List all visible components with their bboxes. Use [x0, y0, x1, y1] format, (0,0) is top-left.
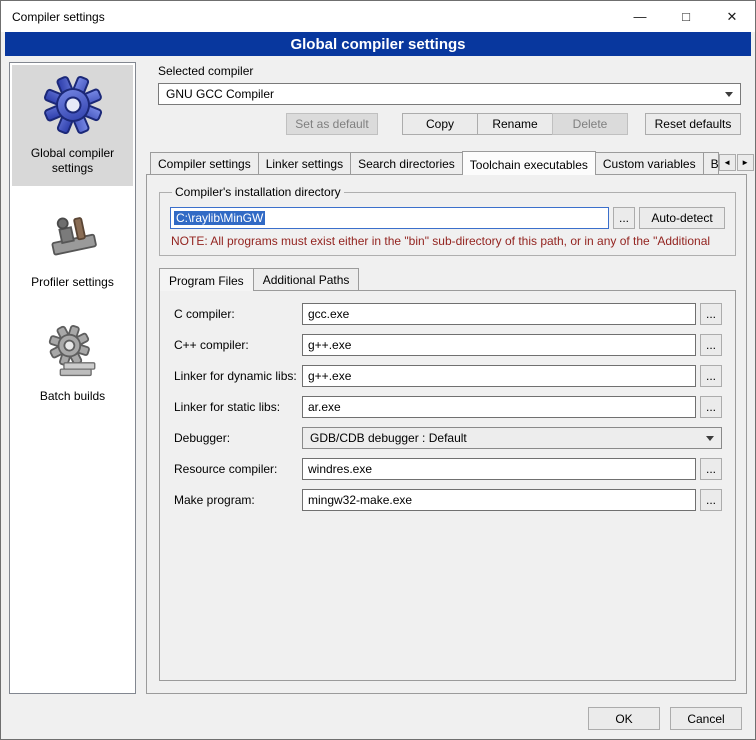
- blue-gear-icon: [41, 73, 105, 137]
- compiler-actions: Set as default Copy Rename Delete Reset …: [158, 113, 741, 135]
- tab-search-directories[interactable]: Search directories: [350, 152, 463, 174]
- make-program-row: Make program: ...: [174, 489, 722, 511]
- ok-button[interactable]: OK: [588, 707, 660, 730]
- settings-tabstrip: Compiler settings Linker settings Search…: [150, 149, 747, 174]
- cancel-button[interactable]: Cancel: [670, 707, 742, 730]
- installation-directory-selected-text: C:\raylib\MinGW: [174, 211, 265, 225]
- tab-program-files[interactable]: Program Files: [159, 268, 254, 291]
- resource-compiler-browse-button[interactable]: ...: [700, 458, 722, 480]
- delete-button[interactable]: Delete: [552, 113, 628, 135]
- tab-compiler-settings[interactable]: Compiler settings: [150, 152, 259, 174]
- make-program-input[interactable]: [302, 489, 696, 511]
- main-panel: Selected compiler GNU GCC Compiler Set a…: [146, 62, 747, 694]
- dialog-content: Global compiler settings Profiler settin…: [1, 56, 755, 699]
- c-compiler-row: C compiler: ...: [174, 303, 722, 325]
- chevron-down-icon: [706, 436, 714, 441]
- window-controls: — □ ✕: [617, 1, 755, 32]
- tab-scroll-right-button[interactable]: ►: [737, 154, 754, 171]
- minimize-button[interactable]: —: [617, 1, 663, 32]
- debugger-label: Debugger:: [174, 431, 302, 445]
- banner-row: Global compiler settings: [1, 32, 755, 56]
- settings-category-sidebar: Global compiler settings Profiler settin…: [9, 62, 136, 694]
- tab-linker-settings[interactable]: Linker settings: [258, 152, 351, 174]
- debugger-row: Debugger: GDB/CDB debugger : Default: [174, 427, 722, 449]
- c-compiler-input[interactable]: [302, 303, 696, 325]
- installation-directory-group: Compiler's installation directory C:\ray…: [159, 185, 736, 256]
- dynamic-linker-input[interactable]: [302, 365, 696, 387]
- tab-scroll-left-button[interactable]: ◄: [719, 154, 736, 171]
- gray-gear-stack-icon: [44, 322, 102, 380]
- maximize-button[interactable]: □: [663, 1, 709, 32]
- reset-defaults-button[interactable]: Reset defaults: [645, 113, 741, 135]
- c-compiler-label: C compiler:: [174, 307, 302, 321]
- titlebar: Compiler settings — □ ✕: [1, 1, 755, 32]
- static-linker-row: Linker for static libs: ...: [174, 396, 722, 418]
- page-title: Global compiler settings: [5, 32, 751, 56]
- sidebar-item-label: Profiler settings: [31, 275, 114, 290]
- dynamic-linker-label: Linker for dynamic libs:: [174, 369, 302, 383]
- sidebar-item-batch-builds[interactable]: Batch builds: [12, 314, 133, 414]
- tab-scroll-buttons: ◄ ►: [719, 154, 754, 171]
- sidebar-item-label: Global compiler settings: [14, 146, 131, 176]
- tab-custom-variables[interactable]: Custom variables: [595, 152, 704, 174]
- resource-compiler-row: Resource compiler: ...: [174, 458, 722, 480]
- debugger-dropdown[interactable]: GDB/CDB debugger : Default: [302, 427, 722, 449]
- set-as-default-button[interactable]: Set as default: [286, 113, 378, 135]
- dynamic-linker-browse-button[interactable]: ...: [700, 365, 722, 387]
- compiler-settings-window: Compiler settings — □ ✕ Global compiler …: [0, 0, 756, 740]
- chevron-down-icon: [725, 92, 733, 97]
- resource-compiler-input[interactable]: [302, 458, 696, 480]
- c-compiler-browse-button[interactable]: ...: [700, 303, 722, 325]
- program-files-tabstrip: Program Files Additional Paths: [159, 266, 736, 290]
- cpp-compiler-label: C++ compiler:: [174, 338, 302, 352]
- selected-compiler-label: Selected compiler: [158, 64, 747, 78]
- toolchain-executables-page: Compiler's installation directory C:\ray…: [146, 174, 747, 694]
- debugger-value: GDB/CDB debugger : Default: [310, 431, 467, 445]
- selected-compiler-value: GNU GCC Compiler: [166, 87, 274, 101]
- rename-button[interactable]: Rename: [477, 113, 553, 135]
- static-linker-browse-button[interactable]: ...: [700, 396, 722, 418]
- dialog-footer: OK Cancel: [1, 699, 755, 739]
- close-button[interactable]: ✕: [709, 1, 755, 32]
- cpp-compiler-input[interactable]: [302, 334, 696, 356]
- tab-build-options[interactable]: Builc: [703, 152, 719, 174]
- installation-directory-input[interactable]: C:\raylib\MinGW: [170, 207, 609, 229]
- cpp-compiler-row: C++ compiler: ...: [174, 334, 722, 356]
- sidebar-item-global-compiler-settings[interactable]: Global compiler settings: [12, 65, 133, 186]
- sidebar-item-profiler-settings[interactable]: Profiler settings: [12, 200, 133, 300]
- installation-directory-group-title: Compiler's installation directory: [172, 185, 344, 199]
- tab-additional-paths[interactable]: Additional Paths: [253, 268, 360, 290]
- window-title: Compiler settings: [12, 10, 105, 24]
- static-linker-input[interactable]: [302, 396, 696, 418]
- auto-detect-button[interactable]: Auto-detect: [639, 207, 725, 229]
- tab-toolchain-executables[interactable]: Toolchain executables: [462, 151, 596, 175]
- make-program-label: Make program:: [174, 493, 302, 507]
- cpp-compiler-browse-button[interactable]: ...: [700, 334, 722, 356]
- static-linker-label: Linker for static libs:: [174, 400, 302, 414]
- sidebar-item-label: Batch builds: [40, 389, 105, 404]
- selected-compiler-dropdown[interactable]: GNU GCC Compiler: [158, 83, 741, 105]
- copy-button[interactable]: Copy: [402, 113, 478, 135]
- resource-compiler-label: Resource compiler:: [174, 462, 302, 476]
- program-files-page: C compiler: ... C++ compiler: ... Linker…: [159, 290, 736, 681]
- bin-subdirectory-note: NOTE: All programs must exist either in …: [171, 234, 725, 248]
- make-program-browse-button[interactable]: ...: [700, 489, 722, 511]
- dynamic-linker-row: Linker for dynamic libs: ...: [174, 365, 722, 387]
- profiler-tool-icon: [44, 208, 102, 266]
- browse-directory-button[interactable]: ...: [613, 207, 635, 229]
